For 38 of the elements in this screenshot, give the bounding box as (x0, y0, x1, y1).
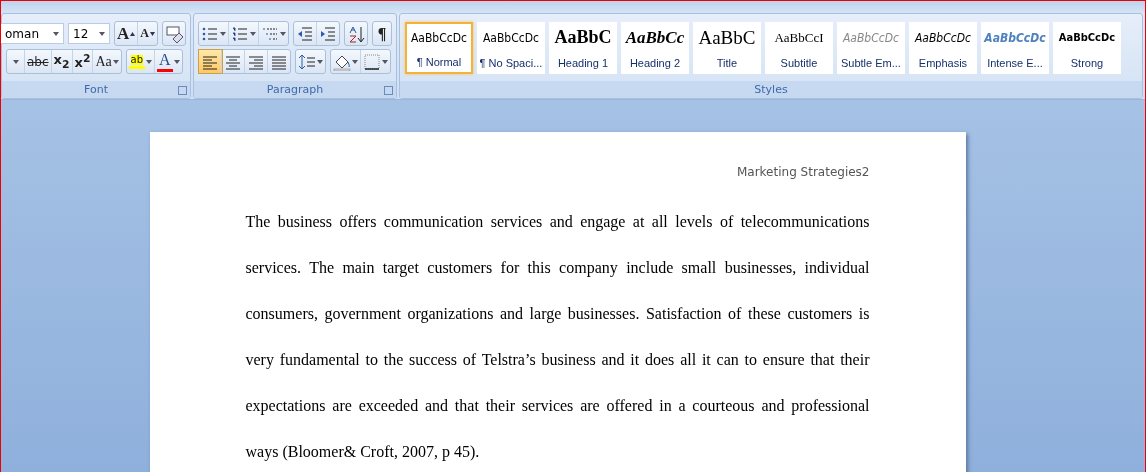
body-paragraph: The business offers communication services and engage at all levels of telecommunications services. The main target customers for this company include small businesses, individual consumers, government organizations and large businesses. Satisfaction of these customers is very fundamental to the success of Telstra’s business and it does all it can to ensure that their expectations are exceeded and that their services are offered in a courteous and professional ways (Bloomer& Croft, 2007, p 45). (245, 212, 870, 463)
align-left-button[interactable] (198, 50, 222, 73)
numbering-icon (230, 24, 249, 43)
show-marks-button[interactable]: ¶ (372, 22, 391, 45)
style-item[interactable]: AaBbCcDc ¶ Normal (404, 22, 473, 74)
caret-icon (149, 31, 155, 36)
font-size-field[interactable]: 12 (68, 23, 110, 44)
group-label: Styles (754, 83, 788, 96)
page-header: Marketing Strategies2 (735, 165, 870, 179)
grow-font-button[interactable]: A (115, 22, 139, 45)
clear-format-icon (164, 24, 183, 43)
borders-icon (362, 52, 381, 71)
style-item[interactable]: AaBbCcDc Intense E... (980, 22, 1049, 74)
indent-icon (318, 24, 337, 43)
style-item[interactable]: AaBbCcDc ¶ No Spaci... (476, 22, 545, 74)
highlight-button[interactable]: ab (126, 50, 155, 73)
strikethrough-button[interactable]: abc (25, 50, 52, 73)
change-case-button[interactable]: Aa (93, 50, 121, 73)
line-spacing-icon (297, 52, 316, 71)
caret-icon (130, 31, 136, 36)
group-label: Font (84, 83, 108, 96)
font-name-field[interactable]: oman (1, 23, 64, 44)
subscript-button[interactable]: x$_{2}$ (51, 50, 73, 73)
style-item[interactable]: AaBbCcDc Emphasis (908, 22, 977, 74)
style-item[interactable]: AaBbCcDc Subtle Em... (836, 22, 905, 74)
style-item[interactable]: AaBbCc Heading 2 (620, 22, 689, 74)
style-item[interactable]: AaBbC Heading 1 (548, 22, 617, 74)
shading-button[interactable] (330, 50, 361, 73)
dialog-launcher-icon[interactable] (383, 86, 393, 95)
group-label: Paragraph (266, 83, 324, 96)
style-item[interactable]: AaBbCcI Subtitle (764, 22, 833, 74)
font-color-button[interactable]: A (154, 50, 182, 73)
dialog-launcher-icon[interactable] (177, 86, 187, 95)
sort-icon (346, 24, 365, 43)
shrink-font-button[interactable]: A (138, 22, 157, 45)
style-item[interactable]: AaBbCcDc Strong (1052, 22, 1121, 74)
style-item[interactable]: AaBbC Title (692, 22, 761, 74)
superscript-button[interactable]: x$^{2}$ (72, 50, 94, 73)
